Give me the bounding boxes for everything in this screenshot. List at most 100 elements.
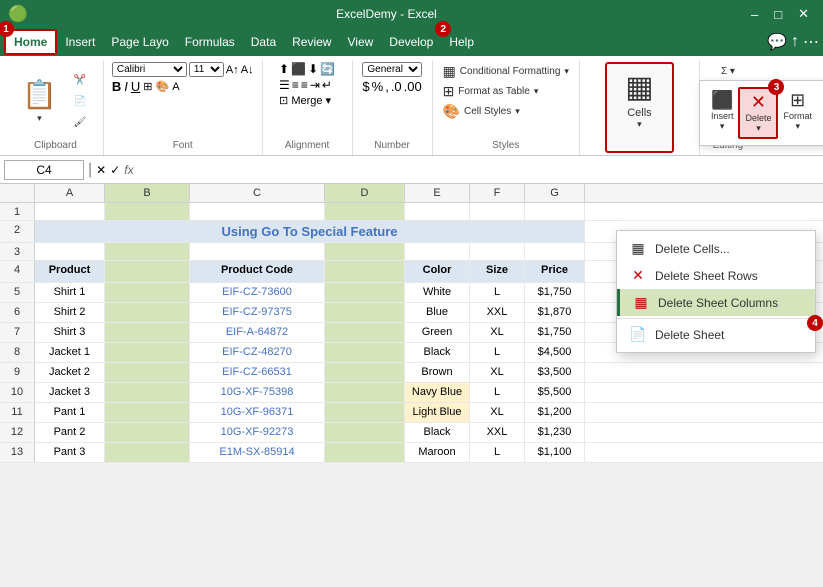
- cell-d11[interactable]: [325, 403, 405, 422]
- font-size-select[interactable]: 11: [189, 62, 224, 77]
- cell-color-6[interactable]: Navy Blue: [405, 383, 470, 402]
- wrap-text-btn[interactable]: ↵: [322, 78, 332, 92]
- cell-f3[interactable]: [470, 243, 525, 260]
- cell-size-3[interactable]: XL: [470, 323, 525, 342]
- decrease-decimal-btn[interactable]: .00: [404, 79, 422, 94]
- cell-code-8[interactable]: 10G-XF-92273: [190, 423, 325, 442]
- menu-formulas[interactable]: Formulas: [177, 31, 243, 53]
- window-controls[interactable]: – □ ✕: [745, 4, 815, 24]
- italic-btn[interactable]: I: [124, 79, 128, 94]
- cell-size-1[interactable]: L: [470, 283, 525, 302]
- percent-btn[interactable]: %: [372, 79, 384, 94]
- cell-color-3[interactable]: Green: [405, 323, 470, 342]
- minimize-btn[interactable]: –: [745, 4, 764, 24]
- header-size[interactable]: Size: [470, 261, 525, 282]
- cell-b12[interactable]: [105, 423, 190, 442]
- cell-d12[interactable]: [325, 423, 405, 442]
- cell-d8[interactable]: [325, 343, 405, 362]
- merge-btn[interactable]: ⊡ Merge ▾: [279, 94, 331, 107]
- menu-home[interactable]: Home 1: [4, 29, 57, 55]
- cell-d5[interactable]: [325, 283, 405, 302]
- col-header-g[interactable]: G: [525, 184, 585, 202]
- cell-color-1[interactable]: White: [405, 283, 470, 302]
- increase-decimal-btn[interactable]: .0: [391, 79, 402, 94]
- number-format-select[interactable]: General: [362, 62, 421, 77]
- cell-color-4[interactable]: Black: [405, 343, 470, 362]
- cell-b10[interactable]: [105, 383, 190, 402]
- cell-code-7[interactable]: 10G-XF-96371: [190, 403, 325, 422]
- cell-code-2[interactable]: EIF-CZ-97375: [190, 303, 325, 322]
- cell-styles-btn[interactable]: 🎨 Cell Styles ▾: [441, 102, 571, 121]
- cell-code-5[interactable]: EIF-CZ-66531: [190, 363, 325, 382]
- header-d4[interactable]: [325, 261, 405, 282]
- comma-btn[interactable]: ,: [385, 79, 389, 94]
- cell-code-4[interactable]: EIF-CZ-48270: [190, 343, 325, 362]
- fill-color-btn[interactable]: 🎨: [156, 80, 170, 93]
- cell-b8[interactable]: [105, 343, 190, 362]
- cell-c1[interactable]: [190, 203, 325, 220]
- share-icon[interactable]: ↑: [791, 33, 799, 51]
- cell-code-6[interactable]: 10G-XF-75398: [190, 383, 325, 402]
- title-cell[interactable]: Using Go To Special Feature: [35, 221, 585, 242]
- cell-price-3[interactable]: $1,750: [525, 323, 585, 342]
- format-btn[interactable]: ⊞ Format ▾: [778, 87, 817, 135]
- cell-d9[interactable]: [325, 363, 405, 382]
- header-b4[interactable]: [105, 261, 190, 282]
- cell-b6[interactable]: [105, 303, 190, 322]
- menu-page-layout[interactable]: Page Layo: [103, 31, 176, 53]
- cell-e3[interactable]: [405, 243, 470, 260]
- cell-b7[interactable]: [105, 323, 190, 342]
- menu-insert[interactable]: Insert: [57, 31, 103, 53]
- col-header-f[interactable]: F: [470, 184, 525, 202]
- cell-size-7[interactable]: XL: [470, 403, 525, 422]
- indent-btn[interactable]: ⇥: [310, 78, 320, 92]
- cell-product-5[interactable]: Jacket 2: [35, 363, 105, 382]
- menu-data[interactable]: Data: [243, 31, 284, 53]
- orientation-btn[interactable]: 🔄: [320, 62, 335, 76]
- cancel-formula-btn[interactable]: ✕: [96, 163, 106, 177]
- menu-review[interactable]: Review: [284, 31, 339, 53]
- align-right-btn[interactable]: ≡: [301, 78, 308, 92]
- cell-f1[interactable]: [470, 203, 525, 220]
- name-box[interactable]: [4, 160, 84, 180]
- cell-d1[interactable]: [325, 203, 405, 220]
- autosum-btn[interactable]: Σ ▾: [708, 62, 748, 81]
- currency-btn[interactable]: $: [362, 79, 369, 94]
- cell-d7[interactable]: [325, 323, 405, 342]
- cell-g3[interactable]: [525, 243, 585, 260]
- cell-c3[interactable]: [190, 243, 325, 260]
- align-center-btn[interactable]: ≡: [292, 78, 299, 92]
- align-left-btn[interactable]: ☰: [279, 78, 290, 92]
- delete-sheet-columns-item[interactable]: ▦ Delete Sheet Columns: [617, 289, 815, 316]
- cell-color-2[interactable]: Blue: [405, 303, 470, 322]
- menu-view[interactable]: View: [339, 31, 381, 53]
- cell-color-5[interactable]: Brown: [405, 363, 470, 382]
- cell-product-9[interactable]: Pant 3: [35, 443, 105, 462]
- top-align-btn[interactable]: ⬆: [279, 62, 289, 76]
- font-color-btn[interactable]: A: [172, 81, 179, 93]
- cell-g1[interactable]: [525, 203, 585, 220]
- cell-a1[interactable]: [35, 203, 105, 220]
- cell-price-4[interactable]: $4,500: [525, 343, 585, 362]
- cell-price-6[interactable]: $5,500: [525, 383, 585, 402]
- comment-icon[interactable]: 💬: [767, 32, 787, 52]
- format-as-table-btn[interactable]: ⊞ Format as Table ▾: [441, 82, 571, 101]
- cell-d6[interactable]: [325, 303, 405, 322]
- more-icon[interactable]: ⋯: [803, 32, 819, 52]
- col-header-b[interactable]: B: [105, 184, 190, 202]
- cell-b3[interactable]: [105, 243, 190, 260]
- cell-price-9[interactable]: $1,100: [525, 443, 585, 462]
- cell-product-4[interactable]: Jacket 1: [35, 343, 105, 362]
- conditional-formatting-btn[interactable]: ▦ Conditional Formatting ▾: [441, 62, 571, 81]
- cell-size-4[interactable]: L: [470, 343, 525, 362]
- underline-btn[interactable]: U: [131, 79, 140, 94]
- cell-price-1[interactable]: $1,750: [525, 283, 585, 302]
- cell-size-5[interactable]: XL: [470, 363, 525, 382]
- cell-d3[interactable]: [325, 243, 405, 260]
- cell-price-5[interactable]: $3,500: [525, 363, 585, 382]
- cell-d10[interactable]: [325, 383, 405, 402]
- formula-input[interactable]: [138, 161, 819, 179]
- cell-product-7[interactable]: Pant 1: [35, 403, 105, 422]
- col-header-c[interactable]: C: [190, 184, 325, 202]
- cell-price-2[interactable]: $1,870: [525, 303, 585, 322]
